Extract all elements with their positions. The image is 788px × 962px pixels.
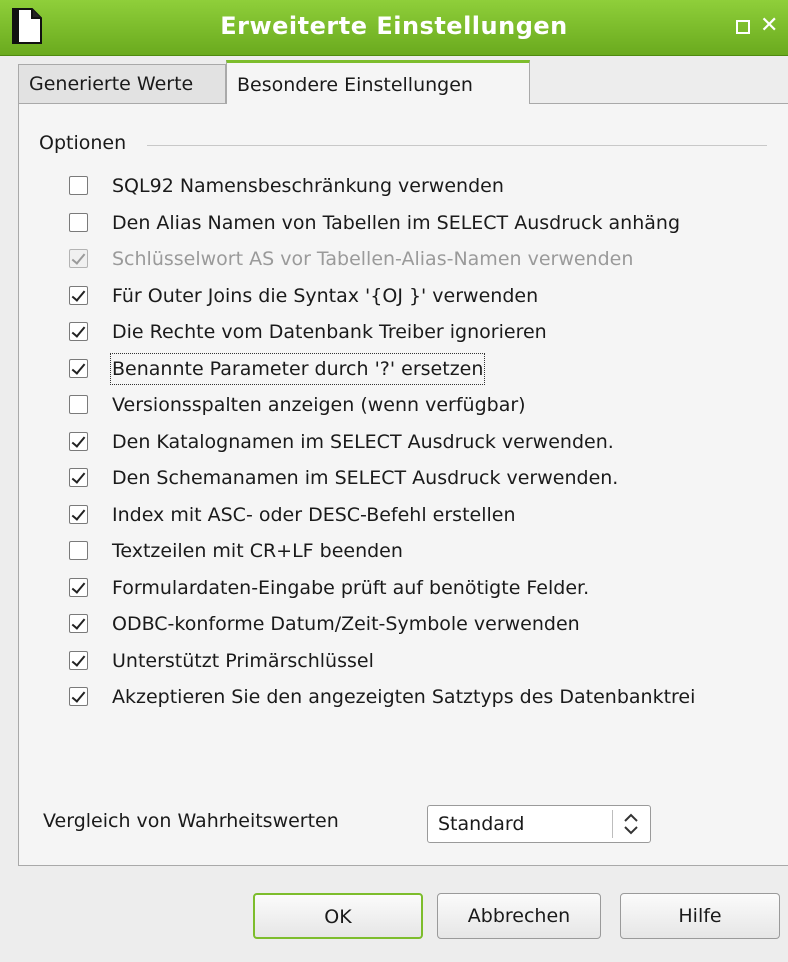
spin-updown-icon[interactable] — [618, 810, 644, 838]
comparison-label: Vergleich von Wahrheitswerten — [43, 810, 339, 832]
maximize-button[interactable] — [736, 20, 750, 34]
option-checkbox[interactable] — [69, 468, 88, 487]
option-checkbox[interactable] — [69, 212, 88, 232]
option-label: Für Outer Joins die Syntax '{OJ }' verwe… — [112, 284, 539, 307]
option-checkbox[interactable] — [69, 541, 88, 560]
option-label: Schlüsselwort AS vor Tabellen-Alias-Name… — [112, 248, 634, 270]
help-button[interactable]: Hilfe — [620, 893, 780, 939]
option-label: Benannte Parameter durch '?' ersetzen — [109, 352, 486, 385]
option-label: Formulardaten-Eingabe prüft auf benötigt… — [112, 576, 590, 599]
tab-generierte-werte[interactable]: Generierte Werte — [18, 64, 226, 104]
settings-panel: Optionen SQL92 Namensbeschränkung verwen… — [18, 103, 788, 866]
select-separator — [612, 810, 613, 838]
option-label: Index mit ASC- oder DESC-Befehl erstelle… — [112, 503, 516, 526]
title-bar[interactable]: Erweiterte Einstellungen ✕ — [0, 0, 788, 56]
option-label: Textzeilen mit CR+LF beenden — [112, 540, 403, 562]
comparison-select[interactable]: Standard — [427, 805, 651, 843]
option-checkbox[interactable] — [69, 395, 88, 414]
group-label-optionen: Optionen — [39, 132, 127, 154]
option-checkbox[interactable] — [69, 176, 88, 195]
option-checkbox[interactable] — [69, 687, 88, 706]
comparison-select-value: Standard — [438, 813, 525, 835]
option-checkbox[interactable] — [69, 285, 88, 305]
option-label: Den Alias Namen von Tabellen im SELECT A… — [112, 211, 681, 234]
option-label: Akzeptieren Sie den angezeigten Satztyps… — [112, 686, 696, 708]
option-checkbox[interactable] — [69, 504, 88, 524]
option-label: Die Rechte vom Datenbank Treiber ignorie… — [112, 321, 547, 343]
ok-button[interactable]: OK — [253, 893, 423, 939]
option-label: Den Katalognamen im SELECT Ausdruck verw… — [112, 430, 614, 453]
option-label: SQL92 Namensbeschränkung verwenden — [112, 175, 504, 197]
group-separator — [147, 145, 767, 146]
window-title: Erweiterte Einstellungen — [220, 12, 568, 40]
option-checkbox[interactable] — [69, 614, 88, 633]
tab-besondere-einstellungen[interactable]: Besondere Einstellungen — [226, 60, 530, 104]
cancel-button[interactable]: Abbrechen — [437, 893, 601, 939]
option-label: Unterstützt Primärschlüssel — [112, 649, 374, 672]
option-label: ODBC-konforme Datum/Zeit-Symbole verwend… — [112, 613, 580, 635]
option-label: Versionsspalten anzeigen (wenn verfügbar… — [112, 394, 526, 416]
option-checkbox — [69, 249, 88, 268]
option-checkbox[interactable] — [69, 322, 88, 341]
option-label: Den Schemanamen im SELECT Ausdruck verwe… — [112, 467, 619, 489]
option-checkbox[interactable] — [69, 358, 88, 378]
option-checkbox[interactable] — [69, 577, 88, 597]
option-checkbox[interactable] — [69, 650, 88, 670]
close-button[interactable]: ✕ — [760, 14, 778, 38]
option-checkbox[interactable] — [69, 431, 88, 451]
